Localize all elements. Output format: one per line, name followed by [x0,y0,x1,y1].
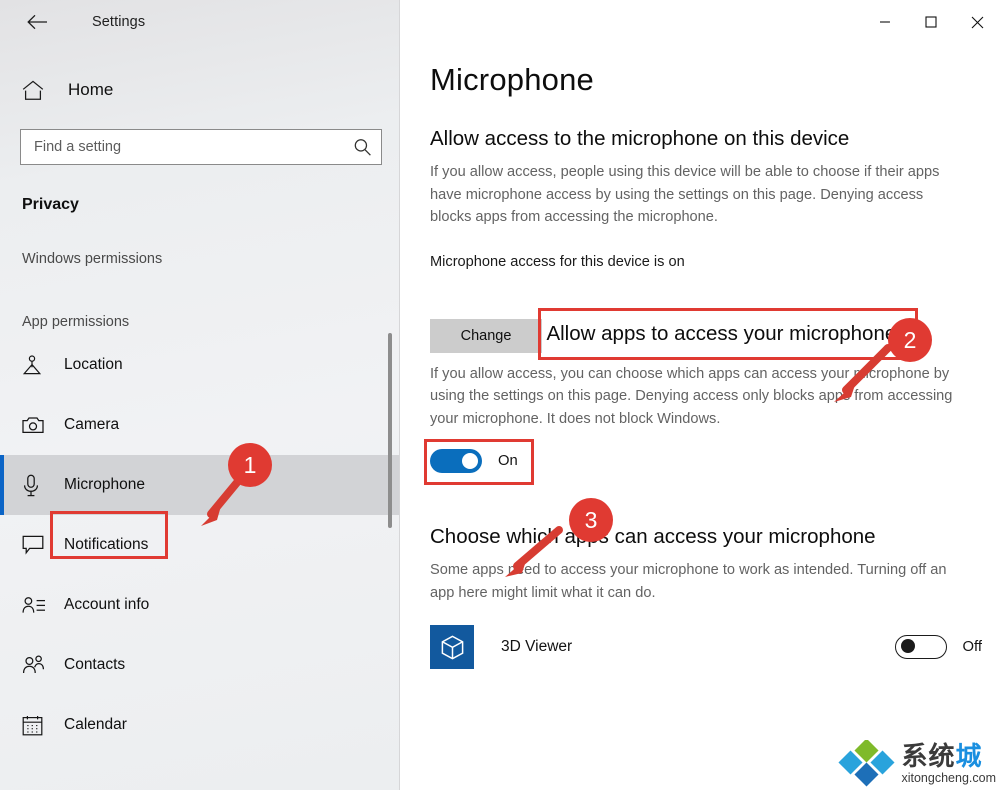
back-arrow-icon[interactable] [20,6,54,38]
calendar-icon [22,715,52,736]
app-toggle[interactable]: Off [894,635,982,659]
allow-apps-heading: Allow apps to access your microphone [546,321,897,345]
sidebar-item-account-info-label: Account info [64,596,150,613]
close-icon[interactable] [954,0,1000,44]
app-toggle-label: Off [962,639,982,655]
sidebar-item-calendar-label: Calendar [64,716,127,733]
window-titlebar-left: Settings [0,0,400,44]
sidebar-item-location[interactable]: Location [0,335,400,395]
maximize-icon[interactable] [908,0,954,44]
allow-apps-toggle-wrapper: On [424,439,534,485]
list-item[interactable]: 3D Viewer Off [430,625,1000,669]
microphone-icon [22,474,52,497]
settings-window: Settings Home Privacy Windows permission… [0,0,1000,790]
account-info-icon [22,596,52,615]
sidebar-item-notifications-label: Notifications [64,536,149,553]
sidebar-item-calendar[interactable]: Calendar [0,695,400,755]
toggle-knob [462,453,478,469]
sidebar-item-home[interactable]: Home [0,68,400,112]
sidebar-item-contacts-label: Contacts [64,656,126,673]
sidebar-scrollbar[interactable] [388,333,392,528]
sidebar-item-account-info[interactable]: Account info [0,575,400,635]
allow-apps-toggle[interactable]: On [430,449,518,473]
watermark-logo-icon [838,740,896,787]
sidebar-item-notifications[interactable]: Notifications [0,515,400,575]
sidebar-item-camera-label: Camera [64,416,120,433]
toggle-switch[interactable] [430,449,482,473]
sidebar-group-windows-permissions: Windows permissions [22,251,163,267]
device-access-heading: Allow access to the microphone on this d… [430,127,850,150]
device-access-status: Microphone access for this device is on [430,253,685,270]
sidebar-group-app-permissions: App permissions [22,314,130,330]
3d-viewer-icon [430,625,474,669]
callout-2: 2 [888,318,932,362]
search-icon[interactable] [353,138,372,157]
home-icon [22,80,56,101]
watermark: 系统城 xitongcheng.com [837,740,996,788]
app-toggle-switch[interactable] [894,635,947,659]
allow-apps-toggle-label: On [498,453,518,469]
search-box[interactable] [20,129,382,165]
callout-3: 3 [569,498,613,542]
callout-1: 1 [228,443,272,487]
sidebar-item-camera[interactable]: Camera [0,395,400,455]
sidebar-category-title: Privacy [22,196,79,213]
notification-icon [22,535,52,555]
device-access-description: If you allow access, people using this d… [430,164,940,225]
allow-apps-heading-wrapper: Allow apps to access your microphone [538,307,919,360]
search-input[interactable] [34,139,353,155]
watermark-url: xitongcheng.com [901,771,996,785]
sidebar-item-microphone-label: Microphone [64,476,145,493]
page-title: Microphone [430,62,594,97]
app-name: 3D Viewer [501,638,573,655]
allow-apps-description: If you allow access, you can choose whic… [430,365,953,427]
location-icon [22,354,52,376]
sidebar-item-contacts[interactable]: Contacts [0,635,400,695]
main-content: Microphone Allow access to the microphon… [400,0,1000,790]
contacts-icon [22,655,52,675]
camera-icon [22,416,52,434]
choose-apps-description: Some apps need to access your microphone… [430,562,947,601]
sidebar: Settings Home Privacy Windows permission… [0,0,400,790]
sidebar-item-location-label: Location [64,356,123,373]
sidebar-item-microphone[interactable]: Microphone [0,455,400,515]
window-title: Settings [92,14,146,30]
app-toggle-knob [900,639,915,653]
watermark-brand-cn: 系统城 [901,741,983,771]
choose-apps-heading: Choose which apps can access your microp… [430,525,876,548]
window-controls [862,0,1000,44]
change-button[interactable]: Change [430,318,542,353]
sidebar-item-home-label: Home [68,80,114,99]
minimize-icon[interactable] [862,0,908,44]
